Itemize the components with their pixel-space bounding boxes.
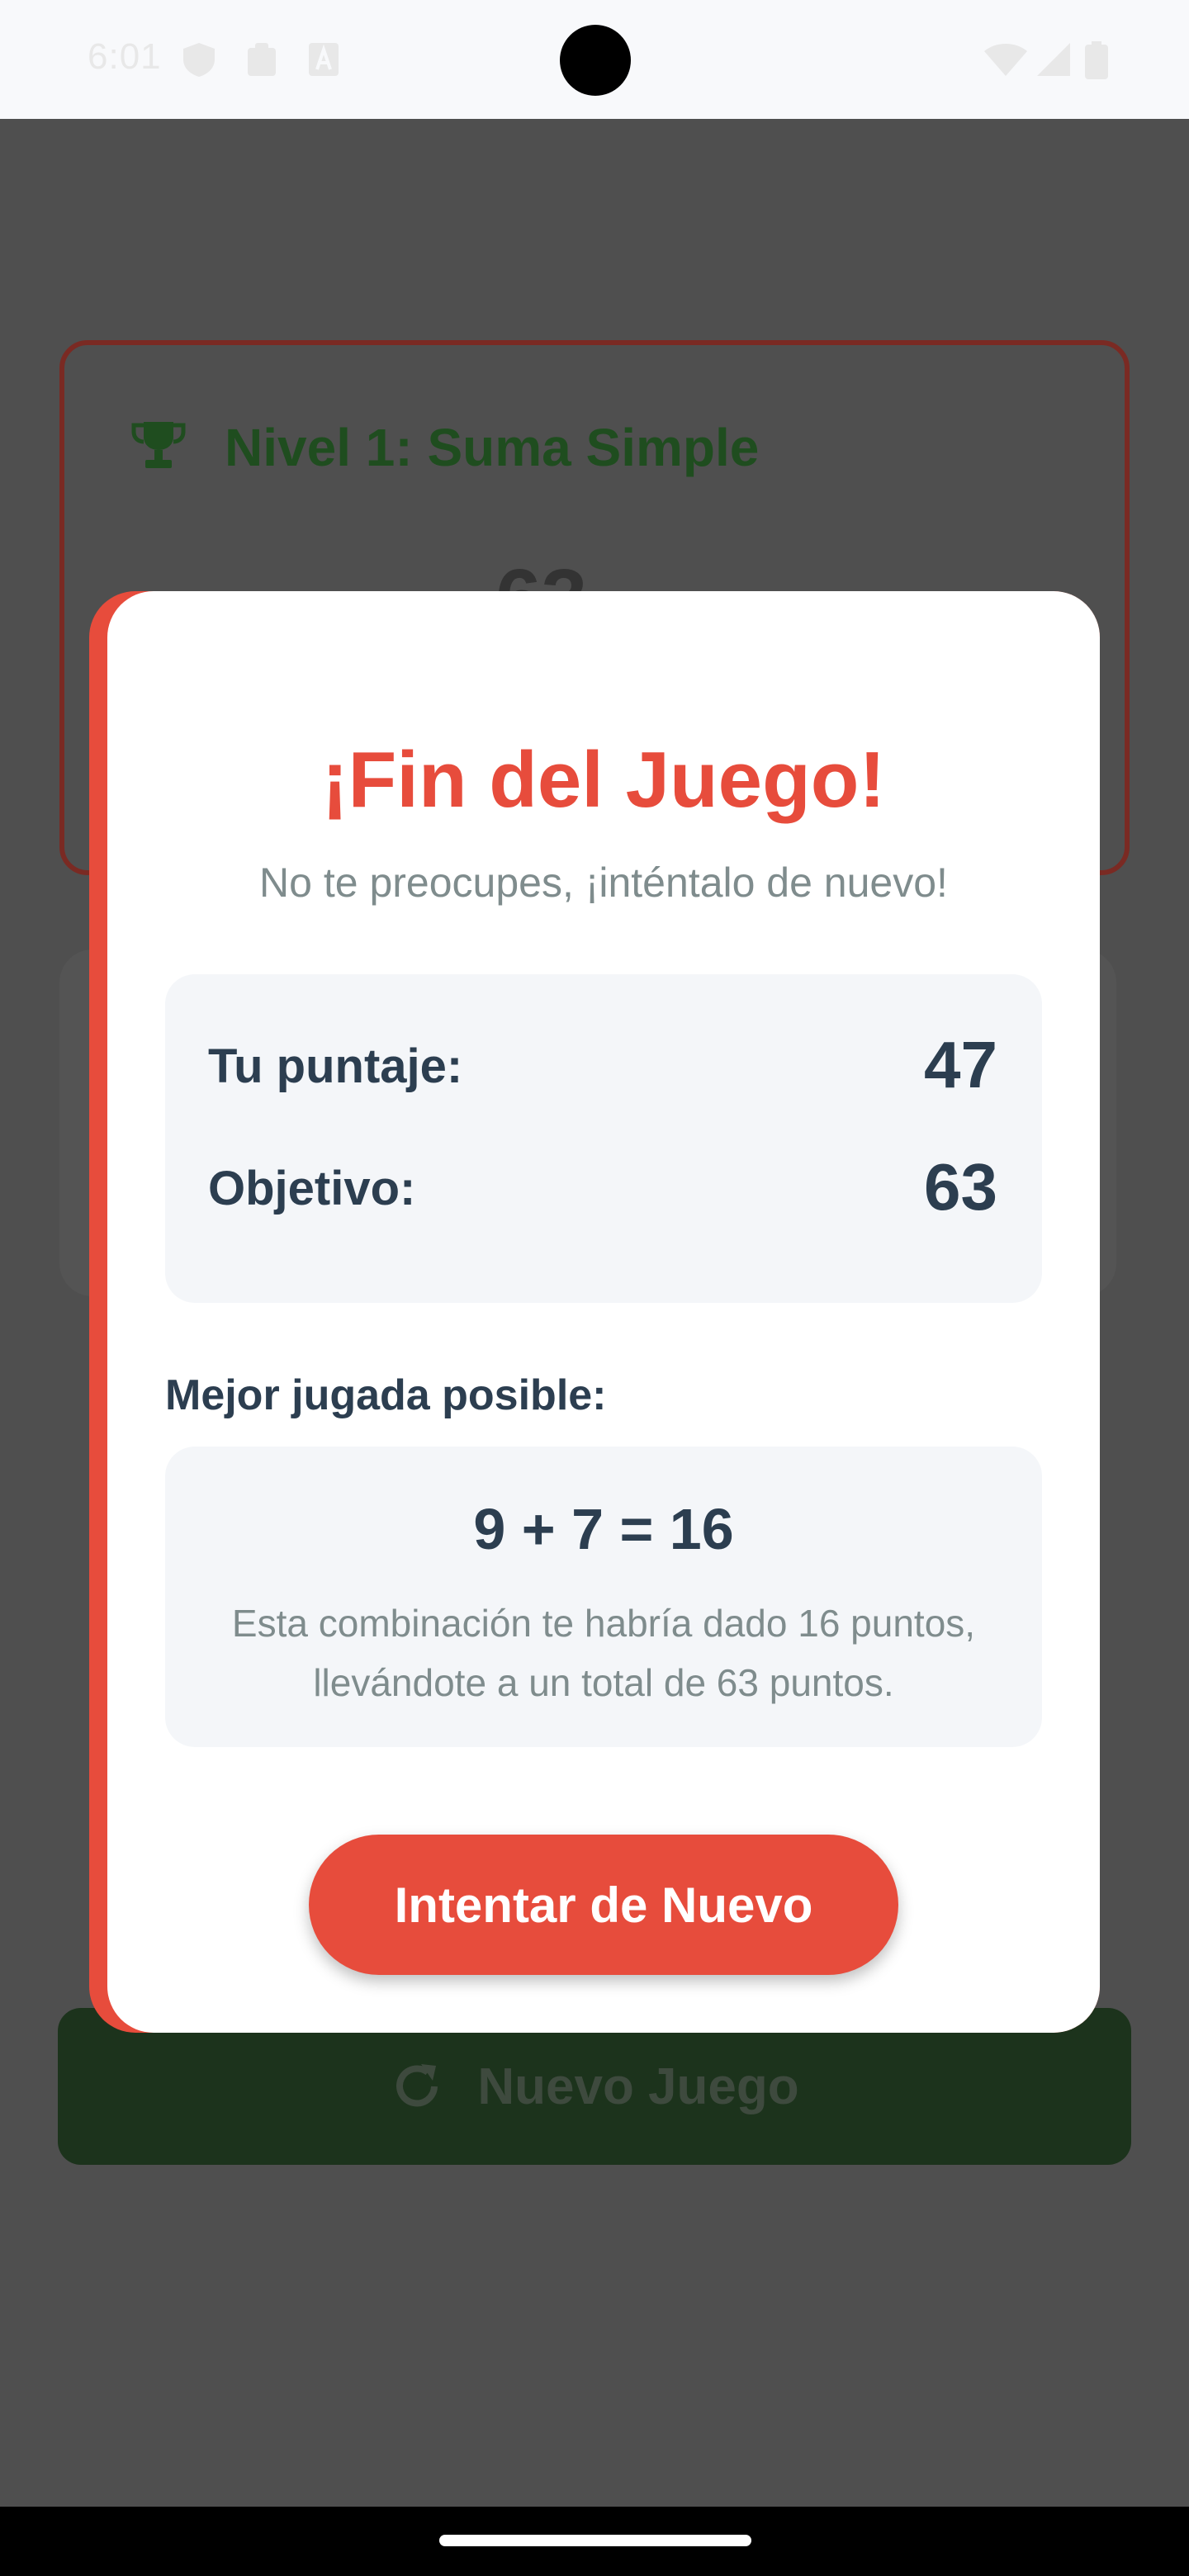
best-play-heading: Mejor jugada posible:: [165, 1371, 607, 1419]
score-label: Tu puntaje:: [208, 1039, 463, 1093]
best-play-equation: 9 + 7 = 16: [473, 1497, 734, 1561]
signal-icon: [1037, 43, 1070, 76]
home-gesture-handle[interactable]: [439, 2535, 751, 2546]
target-value: 63: [924, 1150, 997, 1224]
status-time: 6:01: [88, 36, 162, 77]
score-summary-box: [165, 974, 1042, 1303]
retry-button[interactable]: Intentar de Nuevo: [309, 1835, 898, 1975]
shield-icon: [183, 43, 215, 77]
refresh-icon: [396, 2064, 438, 2107]
a-icon: [309, 43, 339, 76]
modal-title: ¡Fin del Juego!: [321, 736, 886, 824]
camera-cutout: [560, 25, 631, 96]
status-bar: 6:01: [0, 0, 1189, 119]
target-label: Objetivo:: [208, 1162, 416, 1215]
battery-icon: [1085, 41, 1108, 79]
wifi-icon: [984, 44, 1027, 76]
modal-subtitle: No te preocupes, ¡inténtalo de nuevo!: [259, 859, 948, 906]
best-play-explanation: Esta combinación te habría dado 16 punto…: [231, 1602, 976, 1704]
level-title: Nivel 1: Suma Simple: [225, 418, 760, 477]
trophy-icon: [131, 422, 186, 468]
new-game-label: Nuevo Juego: [477, 2057, 799, 2115]
score-value: 47: [924, 1028, 997, 1101]
clipboard-icon: [248, 43, 276, 76]
